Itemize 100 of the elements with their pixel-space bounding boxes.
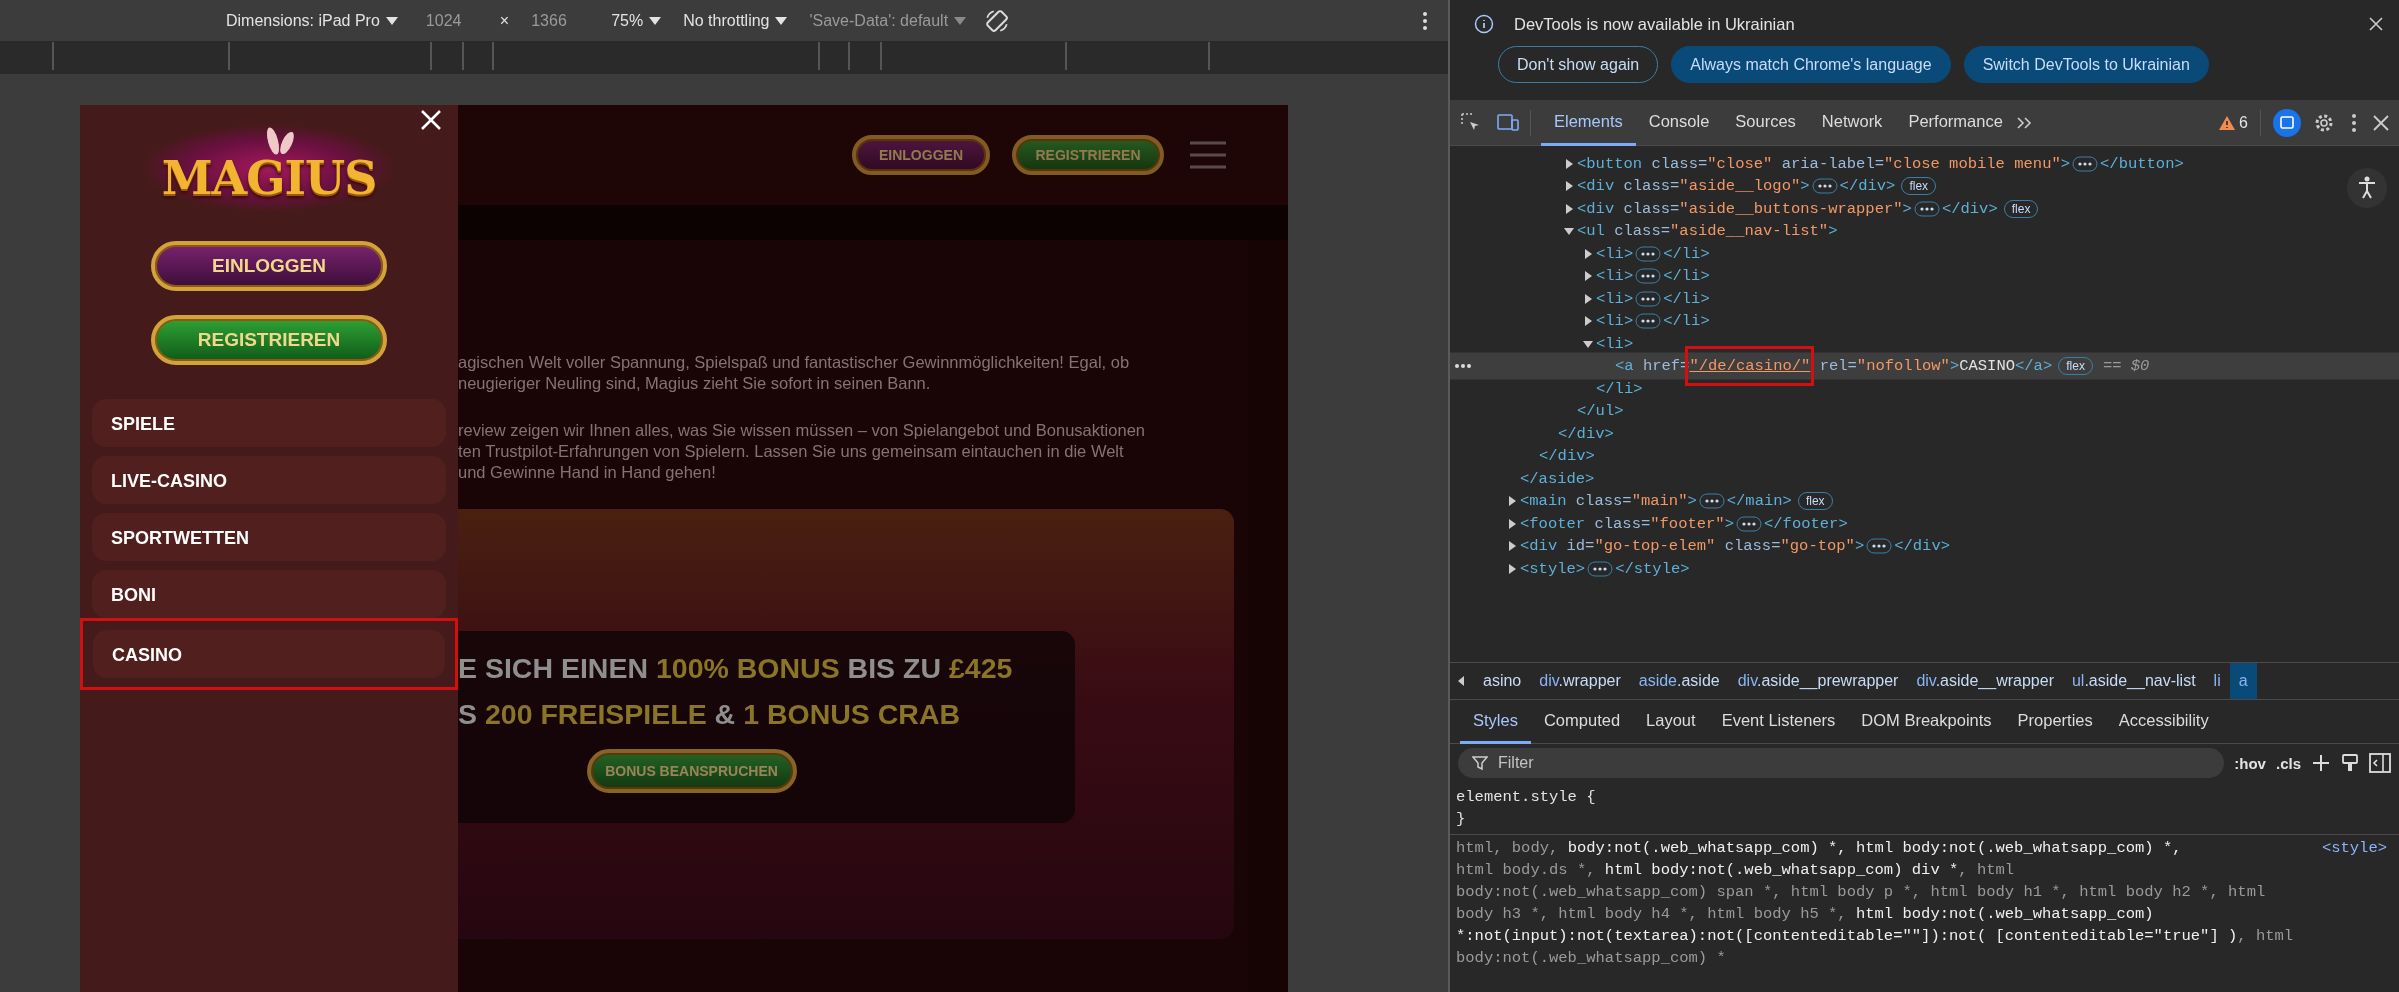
nav-item[interactable]: SPIELE [92, 399, 446, 447]
styles-tab[interactable]: Event Listeners [1708, 699, 1849, 744]
login-button[interactable]: EINLOGGEN [151, 241, 387, 291]
add-icon[interactable] [2311, 753, 2331, 773]
collapsed-icon[interactable] [1582, 270, 1594, 282]
info-message: DevTools is now available in Ukrainian [1514, 14, 1795, 34]
breadcrumb[interactable]: div.wrapper [1530, 663, 1630, 699]
hover-state-toggle[interactable]: :hov [2234, 754, 2266, 772]
nav-item[interactable]: LIVE-CASINO [92, 456, 446, 504]
device-toggle-icon[interactable] [1496, 111, 1520, 134]
collapsed-icon[interactable] [1563, 202, 1575, 215]
breadcrumb[interactable]: div.aside__prewrapper [1728, 663, 1908, 699]
code-line[interactable]: <div id="go-top-elem" class="go-top"> [1520, 537, 1865, 555]
ellipsis-icon[interactable] [1635, 245, 1662, 262]
code-line[interactable]: <li> [1596, 244, 1634, 263]
code-line[interactable]: <li> [1596, 312, 1634, 330]
code-line[interactable]: <li> [1596, 289, 1634, 308]
more-tabs-icon[interactable] [2015, 115, 2034, 130]
ellipsis-icon[interactable] [2072, 155, 2099, 172]
styles-tab[interactable]: Layout [1633, 699, 1709, 744]
ellipsis-icon[interactable] [1587, 560, 1614, 577]
code-line[interactable]: <button class="close" aria-label="close mobile menu"> [1577, 154, 2071, 173]
collapsed-icon[interactable] [1582, 292, 1594, 305]
breadcrumb[interactable]: li [2204, 663, 2230, 699]
code-line: </div> [1894, 537, 1951, 555]
css-selector-line: body h3 *, html body h4 *, html body h5 *, html body:not(.web_whatsapp_com) [1456, 904, 2154, 925]
close-icon[interactable] [2373, 114, 2389, 131]
collapsed-icon[interactable] [1506, 517, 1518, 530]
class-toggle[interactable]: .cls [2275, 754, 2301, 772]
collapsed-icon[interactable] [1563, 180, 1575, 192]
code-line: } [1456, 809, 1466, 830]
breadcrumb[interactable]: aside.aside [1629, 663, 1729, 699]
warning-icon[interactable] [2218, 114, 2237, 131]
paint-brush-icon[interactable] [2341, 753, 2359, 773]
warning-count[interactable]: 6 [2239, 113, 2248, 132]
register-button[interactable]: REGISTRIEREN [151, 315, 387, 365]
collapsed-icon[interactable] [1563, 157, 1575, 170]
ellipsis-icon[interactable] [1635, 290, 1662, 307]
code-line[interactable]: <main class="main"> [1520, 492, 1697, 510]
styles-tab[interactable]: Computed [1530, 699, 1634, 744]
login-button[interactable]: EINLOGGEN [852, 135, 990, 175]
width-field[interactable]: 1024 [421, 11, 492, 30]
site-logo[interactable]: MAGIUS [143, 125, 395, 211]
styles-tab[interactable]: Accessibility [2105, 699, 2222, 744]
selected-marker: == $0 [2102, 357, 2150, 375]
info-action-button[interactable]: Always match Chrome's language [1671, 46, 1951, 83]
source-link[interactable]: <style> [2321, 837, 2387, 859]
throttling-selector[interactable]: No throttling [683, 11, 788, 30]
code-line[interactable]: <li> [1596, 267, 1634, 285]
more-icon[interactable] [1454, 363, 1472, 369]
breadcrumb[interactable]: a [2229, 663, 2257, 699]
code-line: </div> [1839, 177, 1896, 195]
collapsed-icon[interactable] [1582, 315, 1594, 327]
collapsed-icon[interactable] [1506, 562, 1518, 575]
devtools-tab[interactable]: Elements [1541, 99, 1636, 146]
devtools-tab[interactable]: Network [1808, 99, 1896, 146]
nav-item[interactable]: BONI [92, 570, 446, 618]
code-line: </button> [2100, 154, 2184, 173]
ellipsis-icon[interactable] [1635, 313, 1662, 329]
breadcrumb[interactable]: div.aside__wrapper [1907, 663, 2063, 699]
breadcrumb[interactable]: asino [1474, 663, 1531, 699]
zoom-selector[interactable]: 75% [611, 11, 662, 30]
ellipsis-icon[interactable] [1866, 538, 1893, 554]
breadcrumb[interactable]: ul.aside__nav-list [2062, 663, 2205, 699]
ai-assistant-icon[interactable] [2273, 108, 2301, 137]
code-line[interactable]: <ul class="aside__nav-list"> [1577, 222, 1838, 240]
filter-field[interactable]: Filter [1458, 748, 2225, 778]
code-line[interactable]: <footer class="footer"> [1520, 514, 1734, 533]
device-selector[interactable]: Dimensions: iPad Pro [226, 11, 398, 30]
more-icon[interactable] [2351, 112, 2357, 133]
code-line: </li> [1663, 267, 1710, 285]
code-line[interactable]: <li> [1596, 334, 1634, 353]
styles-tab[interactable]: DOM Breakpoints [1848, 699, 2005, 744]
collapsed-icon[interactable] [1506, 495, 1518, 507]
expanded-icon[interactable] [1563, 225, 1575, 237]
devtools-tab[interactable]: Performance [1895, 99, 2016, 146]
code-line[interactable]: <style> [1520, 559, 1586, 578]
rotate-icon[interactable] [984, 7, 1011, 34]
ellipsis-icon[interactable] [1913, 200, 1940, 217]
info-action-button[interactable]: Switch DevTools to Ukrainian [1963, 46, 2209, 83]
ellipsis-icon[interactable] [1698, 493, 1725, 509]
collapsed-icon[interactable] [1582, 247, 1594, 260]
devtools-tab[interactable]: Console [1635, 99, 1723, 146]
devtools-tab[interactable]: Sources [1722, 99, 1809, 146]
nav-item[interactable]: SPORTWETTEN [92, 513, 446, 561]
more-icon[interactable] [1422, 10, 1428, 31]
ellipsis-icon[interactable] [1635, 268, 1662, 284]
sidebar-toggle-icon[interactable] [2369, 753, 2391, 773]
close-icon[interactable] [2369, 17, 2383, 31]
height-field[interactable]: 1366 [527, 11, 598, 30]
ellipsis-icon[interactable] [1811, 178, 1838, 194]
styles-tab[interactable]: Properties [2004, 699, 2106, 744]
code-line: </div> [1558, 424, 1614, 443]
code-line[interactable]: <div class="aside__buttons-wrapper"> [1577, 199, 1912, 218]
ellipsis-icon[interactable] [1736, 515, 1762, 532]
collapsed-icon[interactable] [1506, 540, 1518, 552]
accessibility-icon[interactable] [2347, 168, 2387, 208]
nav-item[interactable]: CASINO [93, 630, 445, 678]
styles-tab[interactable]: Styles [1460, 699, 1531, 744]
code-line[interactable]: <div class="aside__logo"> [1577, 177, 1810, 195]
